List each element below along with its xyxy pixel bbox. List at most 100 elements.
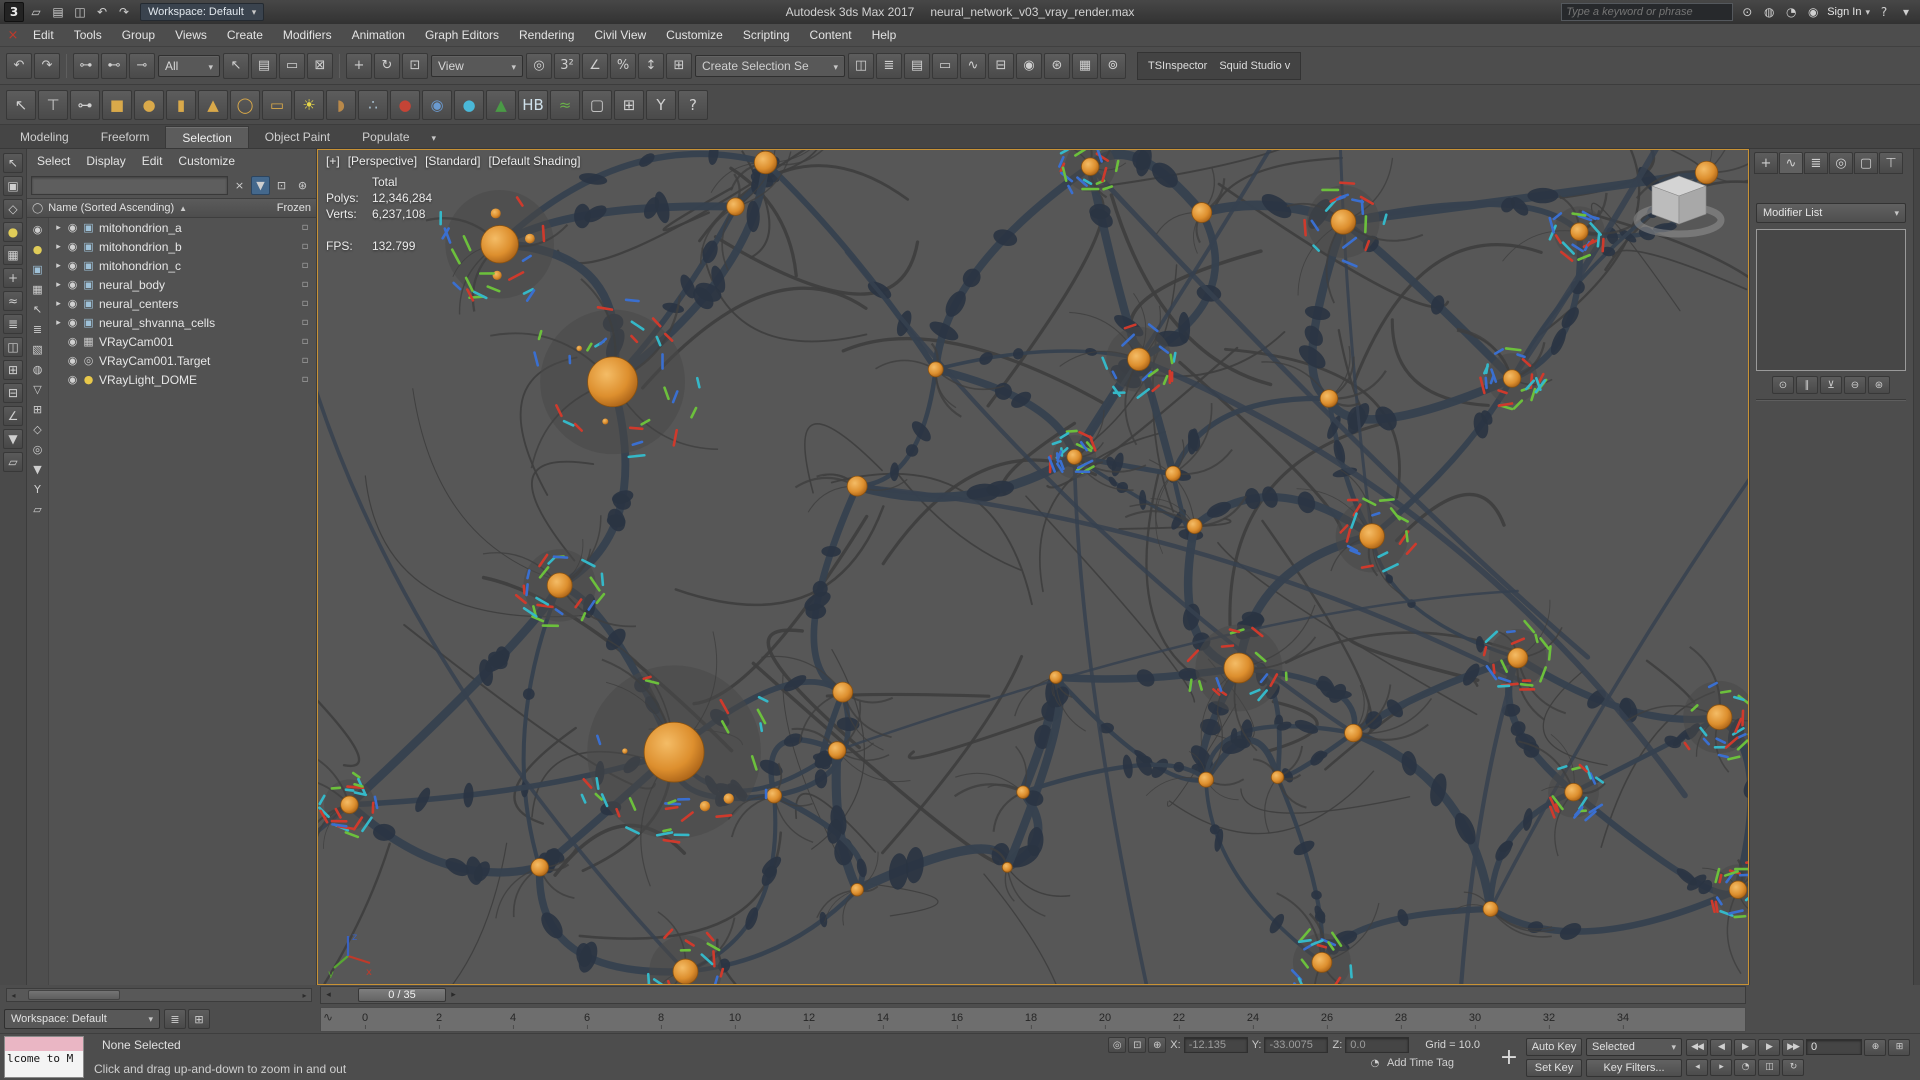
water-drop-icon[interactable]: ● [454,89,484,120]
frozen-toggle[interactable]: ▫ [297,336,313,347]
explorer-search-input[interactable] [31,175,228,195]
scrollbar-thumb[interactable] [28,990,120,1000]
viewport-menu-default-shading[interactable]: [Default Shading] [488,154,580,168]
make-unique-icon[interactable]: ⊻ [1820,376,1842,394]
scroll-left-icon[interactable] [7,991,20,1000]
ribbon-help-icon[interactable]: ? [678,89,708,120]
maximize-viewport-toggle-icon[interactable]: ⊞ [1888,1038,1910,1056]
selection-filter-select[interactable]: All [158,54,220,77]
expand-icon[interactable]: ▸ [52,280,65,290]
percent-snap-toggle-icon[interactable]: % [610,52,636,79]
filter-shapes-icon[interactable]: ◇ [29,420,47,438]
foliage-tree-icon[interactable]: ▲ [486,89,516,120]
next-frame-icon[interactable]: ▶ [1758,1038,1780,1056]
play-animation-icon[interactable]: ▶ [1734,1038,1756,1056]
command-panel-scrollbar[interactable] [1913,149,1920,985]
align-icon[interactable]: ≣ [876,52,902,79]
time-slider-handle[interactable]: 0 / 35 [358,988,446,1002]
listener-line[interactable]: lcome to M [5,1051,83,1077]
rendered-frame-window-icon[interactable]: ▦ [1072,52,1098,79]
add-time-tag[interactable]: Add Time Tag [1387,1057,1454,1069]
pin-stack-icon[interactable]: ⊙ [1772,376,1794,394]
angle-snap-toggle-icon[interactable]: ∠ [582,52,608,79]
filter-funnel-icon[interactable]: ▼ [251,175,270,195]
tool-mirror-icon[interactable]: ◫ [3,337,23,357]
filter-funnel-icon[interactable]: ▼ [29,460,47,478]
reference-coordinate-select[interactable]: View [431,54,523,77]
expand-icon[interactable]: ▸ [52,261,65,271]
search-input[interactable] [1566,6,1729,18]
visibility-eye-icon[interactable]: ◉ [65,221,80,234]
filter-layers-icon[interactable]: ≣ [29,320,47,338]
visibility-eye-icon[interactable]: ◉ [65,259,80,272]
go-to-end-icon[interactable]: ▶▶ [1782,1038,1804,1056]
list-item[interactable]: ◉ ◎ VRayCam001.Target ▫ [49,351,316,370]
rectangular-selection-region-icon[interactable]: ▭ [279,52,305,79]
frozen-toggle[interactable]: ▫ [297,241,313,252]
display-tab-icon[interactable]: ▢ [1854,152,1878,174]
list-item[interactable]: ▸ ◉ ▣ neural_body ▫ [49,275,316,294]
visibility-eye-icon[interactable]: ◉ [65,373,80,386]
workspace-select[interactable]: Workspace: Default [140,3,265,21]
go-to-start-icon[interactable]: ◀◀ [1686,1038,1708,1056]
create-sun-light-icon[interactable]: ☀ [294,89,324,120]
frozen-toggle[interactable]: ▫ [297,222,313,233]
frozen-toggle[interactable]: ▫ [297,279,313,290]
create-red-sphere-icon[interactable]: ● [390,89,420,120]
x-coordinate-field[interactable]: -12.135 [1183,1037,1248,1053]
workspace-docking-icon[interactable]: ⊞ [188,1009,210,1029]
hb-plugin-icon[interactable]: HB [518,89,548,120]
open-scene-icon[interactable]: ▤ [48,2,68,22]
sort-ascending-icon[interactable]: ▲ [179,204,187,213]
render-production-icon[interactable]: ⊚ [1100,52,1126,79]
tab-object-paint[interactable]: Object Paint [249,126,346,148]
visibility-eye-icon[interactable]: ◉ [65,278,80,291]
create-plane-icon[interactable]: ▭ [262,89,292,120]
filter-containers-icon[interactable]: ▱ [29,500,47,518]
user-icon[interactable]: ◉ [1803,2,1823,22]
tool-layers-icon[interactable]: ≣ [3,314,23,334]
sign-in-button[interactable]: Sign In [1827,6,1870,18]
build-tool-icon[interactable]: ⊤ [38,89,68,120]
expand-icon[interactable]: ▸ [52,318,65,328]
tool-shapes-icon[interactable]: ◇ [3,199,23,219]
redo-icon[interactable]: ↷ [34,52,60,79]
create-torus-icon[interactable]: ◯ [230,89,260,120]
menu-modifiers[interactable]: Modifiers [274,25,341,45]
menu-tools[interactable]: Tools [65,25,111,45]
bone-tool-icon[interactable]: Y [646,89,676,120]
key-filters-button[interactable]: Key Filters... [1586,1058,1682,1077]
previous-frame-icon[interactable]: ◀ [1710,1038,1732,1056]
tool-cameras-icon[interactable]: ▦ [3,245,23,265]
zoom-icon[interactable]: ⊕ [1864,1038,1886,1056]
window-crossing-icon[interactable]: ⊠ [307,52,333,79]
tool-align-icon[interactable]: ⊟ [3,383,23,403]
menu-graph-editors[interactable]: Graph Editors [416,25,508,45]
list-item[interactable]: ◉ ▦ VRayCam001 ▫ [49,332,316,351]
viewport-menu-standard[interactable]: [Standard] [425,154,480,168]
menu-group[interactable]: Group [113,25,164,45]
schematic-view-icon[interactable]: ⊟ [988,52,1014,79]
explorer-menu-edit[interactable]: Edit [134,151,171,171]
scroll-right-icon[interactable] [298,991,311,1000]
select-and-scale-icon[interactable]: ⊡ [402,52,428,79]
modify-tab-icon[interactable]: ∿ [1779,152,1803,174]
show-end-result-icon[interactable]: ∥ [1796,376,1818,394]
create-box-icon[interactable]: ■ [102,89,132,120]
tool-container-icon[interactable]: ▱ [3,452,23,472]
filter-lights-icon[interactable]: ● [29,240,47,258]
menu-scripting[interactable]: Scripting [734,25,799,45]
track-bar-ruler[interactable]: ∿ 0 2 4 6 8 10 12 14 16 18 20 22 24 26 28 30 32 34 [320,1006,1746,1032]
utilities-tab-icon[interactable]: ⊤ [1879,152,1903,174]
visibility-eye-icon[interactable]: ◉ [65,240,80,253]
create-sphere-icon[interactable]: ● [134,89,164,120]
link-tool-icon[interactable]: ⊶ [70,89,100,120]
create-cone-icon[interactable]: ▲ [198,89,228,120]
filter-cameras-icon[interactable]: ▦ [29,280,47,298]
lock-explorer-icon[interactable]: ⊡ [272,176,291,195]
explorer-menu-select[interactable]: Select [29,151,78,171]
grass-icon[interactable]: ≈ [550,89,580,120]
time-configuration-icon[interactable]: ◔ [1734,1058,1756,1076]
snaps-toggle-icon[interactable]: 3² [554,52,580,79]
current-frame-field[interactable]: 0 [1806,1039,1862,1055]
